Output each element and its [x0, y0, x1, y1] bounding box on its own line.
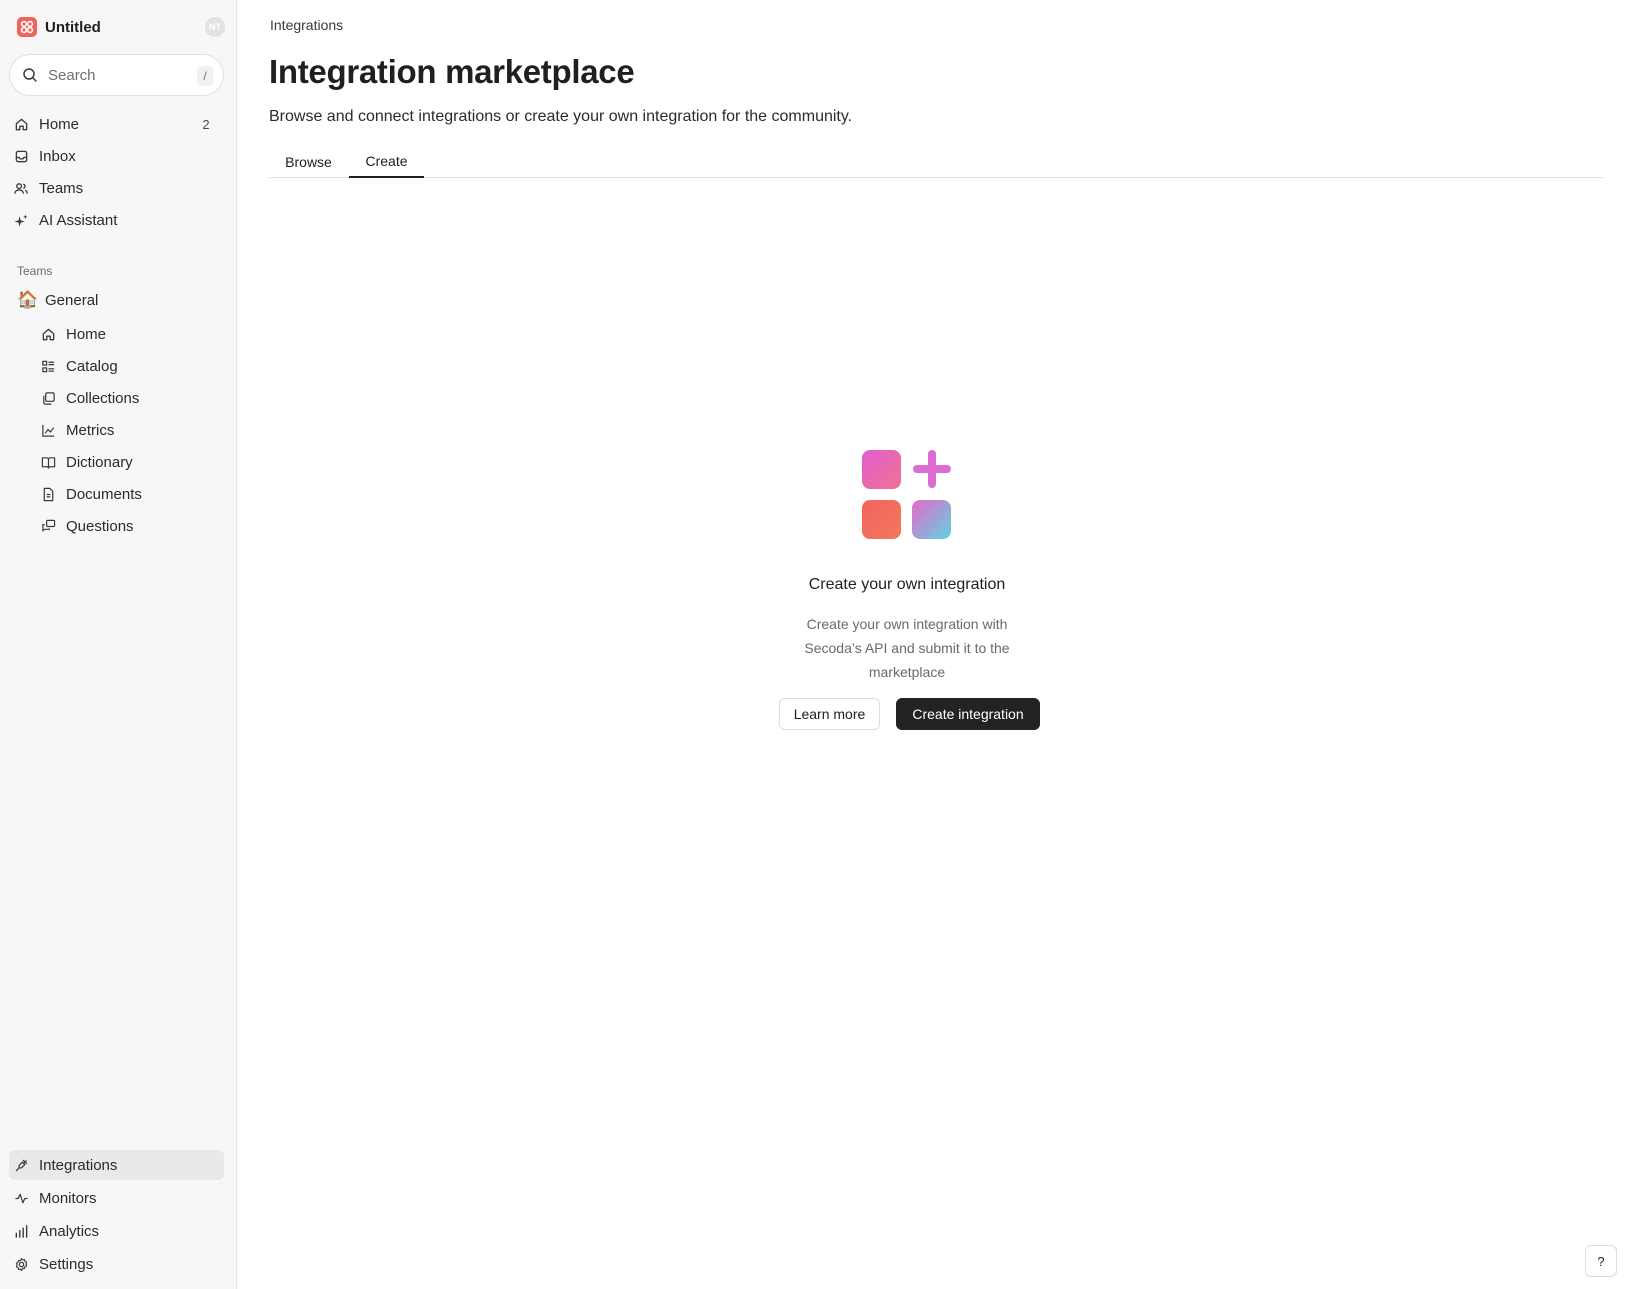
nav-label: Settings: [39, 1255, 94, 1273]
nav-label: Teams: [39, 179, 84, 197]
search-shortcut: /: [197, 66, 213, 86]
nav-label: Inbox: [39, 147, 76, 165]
team-item-collections[interactable]: Collections: [40, 383, 139, 413]
search-placeholder: Search: [48, 66, 96, 84]
integration-illustration-icon: [862, 450, 951, 539]
questions-icon: [40, 518, 56, 534]
team-item-label: Catalog: [66, 357, 118, 375]
tab-bar: Browse Create: [269, 145, 1604, 178]
book-icon: [40, 454, 56, 470]
empty-state-title: Create your own integration: [808, 576, 1006, 593]
collections-icon: [40, 390, 56, 406]
nav-label: Monitors: [39, 1189, 97, 1207]
nav-item-settings[interactable]: Settings: [9, 1249, 224, 1279]
workspace-name: Untitled: [45, 18, 101, 36]
nav-item-teams[interactable]: Teams: [9, 173, 224, 203]
team-item-home[interactable]: Home: [40, 319, 106, 349]
empty-state-description: Create your own integration with Secoda’…: [804, 616, 1010, 680]
search-input[interactable]: Search /: [9, 54, 224, 96]
document-icon: [40, 486, 56, 502]
main-content: Integrations Integration marketplace Bro…: [237, 0, 1625, 1289]
plug-icon: [13, 1157, 29, 1173]
nav-item-integrations[interactable]: Integrations: [9, 1150, 224, 1180]
team-name: General: [45, 291, 99, 309]
team-item-label: Documents: [66, 485, 142, 503]
team-item-documents[interactable]: Documents: [40, 479, 142, 509]
user-avatar[interactable]: NT: [205, 17, 225, 37]
team-item-metrics[interactable]: Metrics: [40, 415, 114, 445]
nav-item-ai-assistant[interactable]: AI Assistant: [9, 205, 224, 235]
workspace-logo: [17, 17, 37, 37]
nav-label: Home: [39, 115, 80, 133]
page-title: Integration marketplace: [269, 53, 635, 90]
page-subtitle: Browse and connect integrations or creat…: [269, 108, 853, 125]
teams-section-label: Teams: [17, 264, 53, 278]
help-button[interactable]: ?: [1585, 1245, 1617, 1277]
notification-count-badge: 2: [202, 116, 210, 132]
nav-label: Integrations: [39, 1156, 118, 1174]
sparkles-icon: [13, 212, 29, 228]
learn-more-button[interactable]: Learn more: [779, 698, 880, 730]
team-item-dictionary[interactable]: Dictionary: [40, 447, 133, 477]
create-integration-button[interactable]: Create integration: [896, 698, 1040, 730]
home-icon: [40, 326, 56, 342]
search-icon: [23, 68, 37, 82]
team-item-label: Home: [66, 325, 107, 343]
workspace-switcher[interactable]: Untitled NT: [17, 16, 225, 38]
team-item-label: Metrics: [66, 421, 115, 439]
breadcrumb[interactable]: Integrations: [270, 17, 343, 33]
team-item-label: Questions: [66, 517, 134, 535]
team-item-label: Collections: [66, 389, 140, 407]
pulse-icon: [13, 1190, 29, 1206]
nav-item-home[interactable]: Home 2: [9, 109, 224, 139]
empty-state: Create your own integration Create your …: [737, 446, 1077, 736]
team-item-label: Dictionary: [66, 453, 133, 471]
catalog-icon: [40, 358, 56, 374]
home-icon: [13, 116, 29, 132]
tab-create[interactable]: Create: [349, 145, 424, 178]
users-icon: [13, 180, 29, 196]
team-emoji: 🏠: [17, 290, 39, 309]
nav-item-analytics[interactable]: Analytics: [9, 1216, 224, 1246]
sidebar: Untitled NT Search / Home 2 Inbox Teams …: [0, 0, 237, 1289]
team-general[interactable]: 🏠 General: [17, 287, 98, 313]
nav-item-monitors[interactable]: Monitors: [9, 1183, 224, 1213]
inbox-icon: [13, 148, 29, 164]
gear-icon: [13, 1256, 29, 1272]
nav-item-inbox[interactable]: Inbox: [9, 141, 224, 171]
nav-label: AI Assistant: [39, 211, 118, 229]
bar-chart-icon: [13, 1223, 29, 1239]
nav-label: Analytics: [39, 1222, 100, 1240]
tab-browse[interactable]: Browse: [269, 145, 348, 178]
team-item-questions[interactable]: Questions: [40, 511, 134, 541]
team-item-catalog[interactable]: Catalog: [40, 351, 118, 381]
chart-icon: [40, 422, 56, 438]
